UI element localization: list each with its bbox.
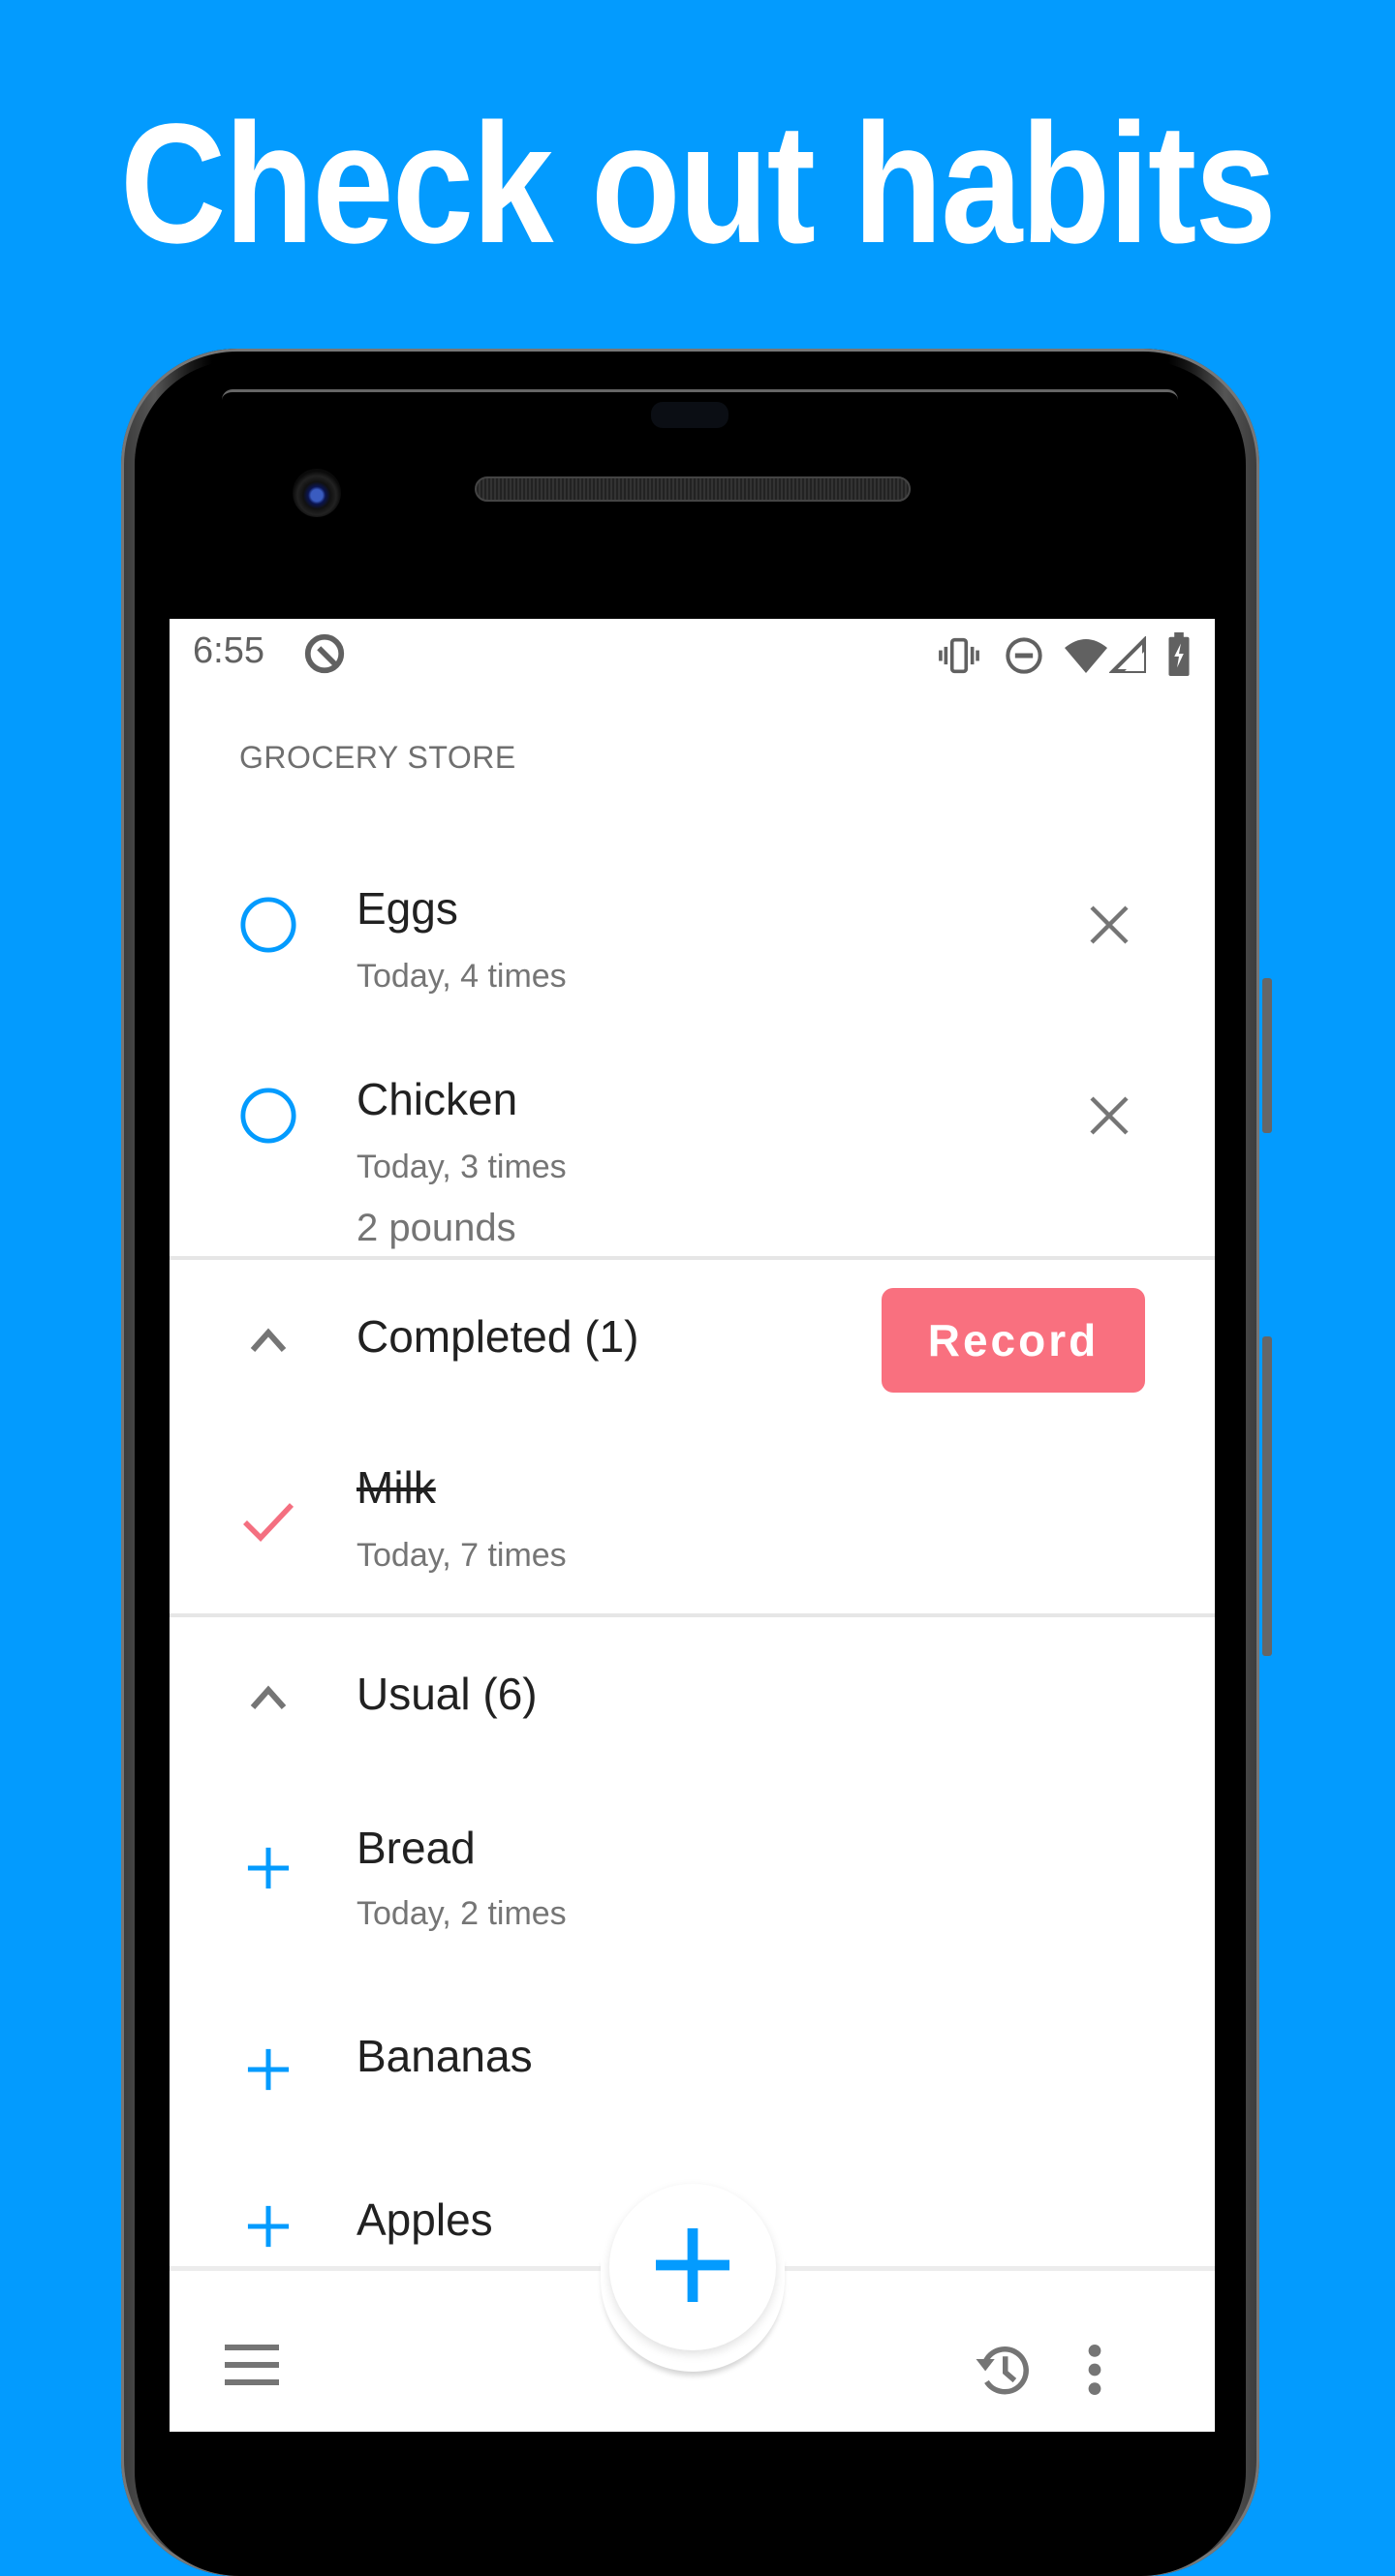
- promo-headline: Check out habits: [120, 89, 1277, 279]
- volume-button: [1262, 1336, 1272, 1656]
- item-title: Bananas: [356, 2031, 533, 2081]
- list-item-eggs[interactable]: Eggs Today, 4 times: [170, 851, 1215, 1045]
- unchecked-circle-icon[interactable]: [239, 1087, 297, 1145]
- section-header: GROCERY STORE: [239, 740, 516, 775]
- add-icon: [656, 2227, 729, 2307]
- wifi-icon: [1063, 636, 1109, 680]
- do-not-disturb-icon: [1005, 636, 1043, 680]
- close-icon[interactable]: [1080, 1087, 1138, 1145]
- bezel-glare: [222, 389, 1178, 400]
- proximity-sensor: [651, 402, 728, 428]
- item-title: Apples: [356, 2194, 493, 2245]
- list-item-bananas[interactable]: Bananas: [170, 2009, 1215, 2144]
- list-item-chicken[interactable]: Chicken Today, 3 times 2 pounds: [170, 1042, 1215, 1284]
- menu-icon: [225, 2344, 279, 2390]
- checkmark-icon[interactable]: [239, 1493, 297, 1551]
- item-title: Chicken: [356, 1074, 518, 1124]
- chevron-up-icon[interactable]: [239, 1311, 297, 1369]
- item-note: 2 pounds: [356, 1207, 516, 1249]
- app-screen: 6:55 GROCERY STORE Eggs Today, 4 times C…: [170, 619, 1215, 2432]
- more-vert-icon: [1085, 2344, 1104, 2401]
- list-item-milk[interactable]: Milk Today, 7 times: [170, 1440, 1215, 1614]
- earpiece-speaker: [475, 476, 911, 502]
- unchecked-circle-icon[interactable]: [239, 896, 297, 954]
- item-title: Bread: [356, 1823, 476, 1873]
- add-icon[interactable]: [239, 2040, 297, 2099]
- record-button[interactable]: Record: [882, 1288, 1145, 1393]
- usual-section-header[interactable]: Usual (6): [170, 1617, 1215, 1777]
- add-icon[interactable]: [239, 1839, 297, 1897]
- list-item-bread[interactable]: Bread Today, 2 times: [170, 1802, 1215, 1977]
- item-subtitle: Today, 3 times: [356, 1149, 567, 1185]
- vibrate-icon: [938, 636, 980, 680]
- status-bar: 6:55: [170, 619, 1215, 691]
- history-button[interactable]: [964, 2333, 1041, 2410]
- chevron-up-icon[interactable]: [239, 1669, 297, 1727]
- history-icon: [971, 2338, 1035, 2407]
- item-subtitle: Today, 7 times: [356, 1537, 567, 1574]
- section-title: Completed (1): [356, 1311, 639, 1362]
- cell-signal-icon: [1108, 635, 1148, 680]
- front-camera: [293, 469, 341, 517]
- close-icon[interactable]: [1080, 896, 1138, 954]
- add-fab-button[interactable]: [609, 2184, 776, 2350]
- status-time: 6:55: [193, 630, 264, 671]
- android-q-icon: [302, 631, 347, 681]
- section-title: Usual (6): [356, 1669, 538, 1719]
- battery-charging-icon: [1167, 632, 1191, 682]
- item-subtitle: Today, 2 times: [356, 1895, 567, 1932]
- item-title: Eggs: [356, 883, 458, 934]
- more-options-button[interactable]: [1061, 2333, 1129, 2410]
- item-title: Milk: [356, 1462, 436, 1513]
- item-subtitle: Today, 4 times: [356, 958, 567, 995]
- menu-button[interactable]: [218, 2333, 286, 2401]
- add-icon[interactable]: [239, 2197, 297, 2255]
- power-button: [1262, 978, 1272, 1133]
